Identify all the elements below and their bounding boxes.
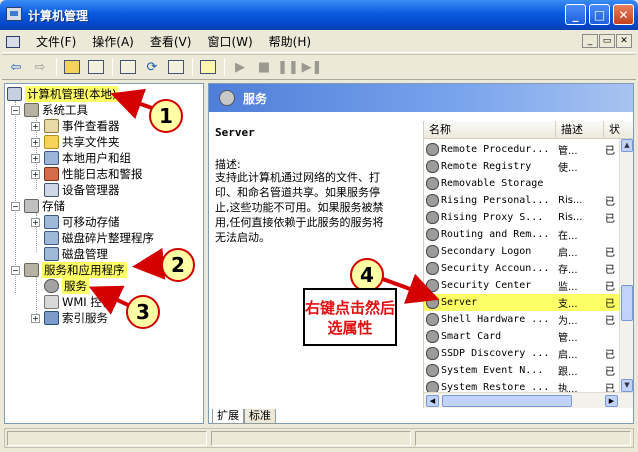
callout-2: 2 bbox=[161, 248, 195, 282]
callout-3: 3 bbox=[126, 295, 160, 329]
callout-arrow-3 bbox=[88, 285, 129, 315]
callout-arrow-1 bbox=[110, 88, 153, 120]
callout-4: 4 bbox=[350, 258, 384, 292]
callout-1: 1 bbox=[149, 99, 183, 133]
annotation-note: 右键点击然后选属性 bbox=[303, 288, 397, 346]
callout-arrow-2 bbox=[132, 247, 166, 280]
annotation-arrows bbox=[88, 88, 440, 315]
